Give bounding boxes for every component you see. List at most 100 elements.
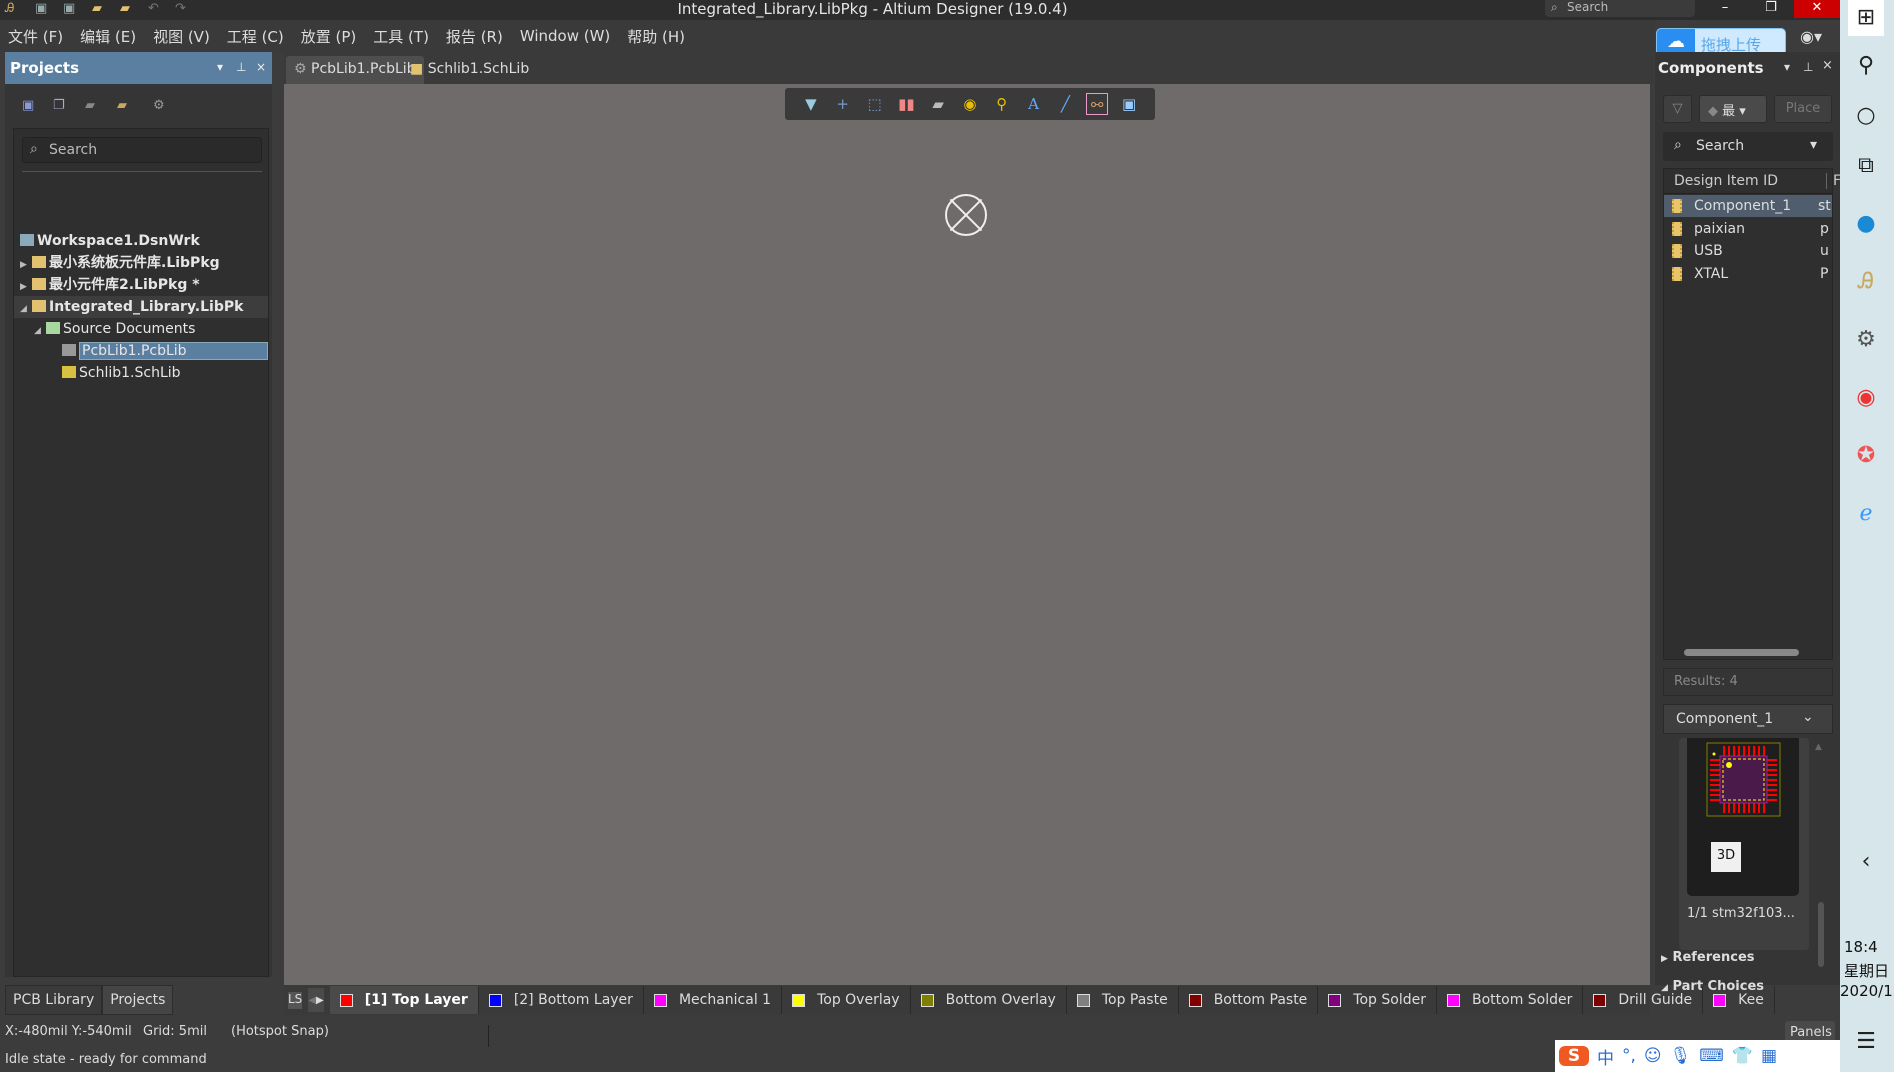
- folder-search-icon[interactable]: ▰: [85, 98, 103, 114]
- menu-file[interactable]: 文件 (F): [8, 26, 63, 47]
- layer-tab[interactable]: Top Solder: [1318, 986, 1437, 1014]
- account-icon[interactable]: ◉▾: [1800, 27, 1822, 46]
- menu-view[interactable]: 视图 (V): [153, 26, 210, 47]
- panel-menu-icon[interactable]: ▾: [1784, 60, 1790, 74]
- component-detail-header[interactable]: Component_1 ⌄: [1663, 704, 1833, 734]
- clock-time[interactable]: 18:4: [1844, 938, 1878, 956]
- altium-icon[interactable]: Ꭿ: [1848, 264, 1884, 300]
- cortana-icon[interactable]: ○: [1848, 98, 1884, 134]
- windows-start-icon[interactable]: ⊞: [1848, 0, 1884, 36]
- layer-set-button[interactable]: LS: [288, 991, 303, 1009]
- close-panel-icon[interactable]: ×: [256, 60, 266, 74]
- tree-item-project[interactable]: ▶ 最小系统板元件库.LibPkg: [14, 252, 268, 274]
- search-icon[interactable]: ⚲: [1848, 48, 1884, 84]
- references-section[interactable]: ▶ References: [1661, 950, 1755, 965]
- layer-tab[interactable]: Bottom Solder: [1437, 986, 1584, 1014]
- table-row[interactable]: USB u: [1664, 240, 1832, 262]
- layer-tab[interactable]: Top Overlay: [782, 986, 911, 1014]
- footprint-preview[interactable]: 3D: [1687, 738, 1799, 896]
- align-icon[interactable]: ▮▮: [895, 93, 917, 115]
- collapse-icon[interactable]: ◢: [34, 320, 46, 340]
- layer-tab[interactable]: [1] Top Layer: [329, 986, 479, 1014]
- clock-date[interactable]: 2020/1: [1840, 982, 1893, 1000]
- toolbox-icon[interactable]: ▦: [1761, 1046, 1777, 1066]
- tree-item-project[interactable]: ▶ 最小元件库2.LibPkg *: [14, 274, 268, 296]
- global-search[interactable]: ⌕ Search: [1545, 0, 1695, 17]
- column-f[interactable]: F: [1826, 173, 1841, 189]
- place-button[interactable]: Place: [1774, 95, 1832, 123]
- horizontal-scrollbar[interactable]: [1684, 649, 1799, 656]
- route-icon[interactable]: ⚯: [1086, 93, 1109, 115]
- projects-search-input[interactable]: ⌕ Search: [22, 137, 262, 163]
- app-icon[interactable]: ✪: [1848, 438, 1884, 474]
- expand-icon[interactable]: ▶: [20, 276, 32, 296]
- skin-icon[interactable]: 👕: [1732, 1046, 1753, 1066]
- tree-item-schlib[interactable]: Schlib1.SchLib: [14, 362, 268, 384]
- notification-icon[interactable]: ☰: [1848, 1024, 1884, 1060]
- settings-icon[interactable]: ⚙: [1848, 322, 1884, 358]
- menu-reports[interactable]: 报告 (R): [446, 26, 503, 47]
- layer-tab[interactable]: Kee: [1703, 986, 1775, 1014]
- pad-icon[interactable]: ◉: [959, 93, 981, 115]
- library-selector[interactable]: ◆ 最 ▾: [1699, 95, 1767, 123]
- microphone-icon[interactable]: 🎙: [1670, 1046, 1692, 1066]
- layer-tab[interactable]: Bottom Overlay: [911, 986, 1067, 1014]
- close-button[interactable]: ✕: [1794, 0, 1840, 18]
- tree-item-folder[interactable]: ◢ Source Documents: [14, 318, 268, 340]
- menu-place[interactable]: 放置 (P): [301, 26, 357, 47]
- filter-icon[interactable]: ▼: [800, 93, 822, 115]
- menu-project[interactable]: 工程 (C): [227, 26, 284, 47]
- menu-edit[interactable]: 编辑 (E): [80, 26, 136, 47]
- filter-button[interactable]: ▽: [1663, 95, 1692, 123]
- menu-help[interactable]: 帮助 (H): [627, 26, 685, 47]
- close-panel-icon[interactable]: ×: [1822, 58, 1833, 73]
- folder-settings-icon[interactable]: ▰: [117, 98, 135, 114]
- scroll-up-icon[interactable]: ▲: [1815, 742, 1822, 752]
- layer-tab[interactable]: Drill Guide: [1583, 986, 1704, 1014]
- layer-tab[interactable]: Mechanical 1: [644, 986, 783, 1014]
- pin-icon[interactable]: ⊥: [236, 60, 246, 74]
- pcb-canvas[interactable]: ▼ + ⬚ ▮▮ ▰ ◉ ⚲ A ╱ ⚯ ▣: [284, 84, 1650, 985]
- layer-tab[interactable]: Bottom Paste: [1179, 986, 1319, 1014]
- panel-menu-icon[interactable]: ▾: [217, 60, 223, 74]
- collapse-icon[interactable]: ⌄: [1802, 709, 1814, 725]
- tree-item-pcblib[interactable]: PcbLib1.PcbLib: [14, 340, 268, 362]
- column-design-item-id[interactable]: Design Item ID: [1674, 173, 1778, 189]
- text-icon[interactable]: A: [1023, 93, 1045, 115]
- ime-mode[interactable]: 中: [1597, 1044, 1614, 1069]
- components-search-input[interactable]: ⌕ Search ▾: [1663, 132, 1833, 161]
- punctuation-icon[interactable]: °,: [1622, 1046, 1636, 1066]
- emoji-icon[interactable]: ☺: [1644, 1046, 1662, 1066]
- tree-item-project[interactable]: ◢ Integrated_Library.LibPk: [14, 296, 268, 318]
- tab-pcb-library[interactable]: PCB Library: [5, 985, 103, 1015]
- gear-icon[interactable]: ⚙: [153, 98, 171, 114]
- select-rect-icon[interactable]: ⬚: [864, 93, 886, 115]
- component-icon[interactable]: ▰: [927, 93, 949, 115]
- keyboard-icon[interactable]: ⌨: [1699, 1046, 1724, 1066]
- table-row[interactable]: XTAL P: [1664, 263, 1832, 285]
- scroll-left-icon[interactable]: ◀: [308, 995, 316, 1006]
- minimize-button[interactable]: –: [1702, 0, 1748, 18]
- copy-icon[interactable]: ❐: [53, 98, 71, 114]
- menu-window[interactable]: Window (W): [520, 27, 610, 45]
- scroll-right-icon[interactable]: ▶: [316, 995, 324, 1006]
- clock-day[interactable]: 星期日: [1844, 960, 1889, 981]
- pin-icon[interactable]: ⊥: [1803, 60, 1813, 74]
- edge-icon[interactable]: ●: [1848, 206, 1884, 242]
- line-icon[interactable]: ╱: [1054, 93, 1076, 115]
- collapse-icon[interactable]: ◢: [20, 298, 32, 318]
- layer-tab[interactable]: Top Paste: [1067, 986, 1179, 1014]
- table-row[interactable]: paixian p: [1664, 218, 1832, 240]
- chevron-left-icon[interactable]: ‹: [1848, 844, 1884, 880]
- menu-tools[interactable]: 工具 (T): [373, 26, 429, 47]
- via-icon[interactable]: ⚲: [991, 93, 1013, 115]
- tree-item-workspace[interactable]: Workspace1.DsnWrk: [14, 230, 268, 252]
- expand-icon[interactable]: ▶: [20, 254, 32, 274]
- 3d-button[interactable]: 3D: [1711, 842, 1741, 872]
- cross-icon[interactable]: +: [832, 93, 854, 115]
- table-row[interactable]: Component_1 st: [1664, 195, 1832, 217]
- sogou-logo-icon[interactable]: S: [1559, 1046, 1589, 1066]
- save-icon[interactable]: ▣: [22, 98, 40, 114]
- ie-icon[interactable]: ℯ: [1848, 496, 1884, 532]
- chrome-icon[interactable]: ◉: [1848, 380, 1884, 416]
